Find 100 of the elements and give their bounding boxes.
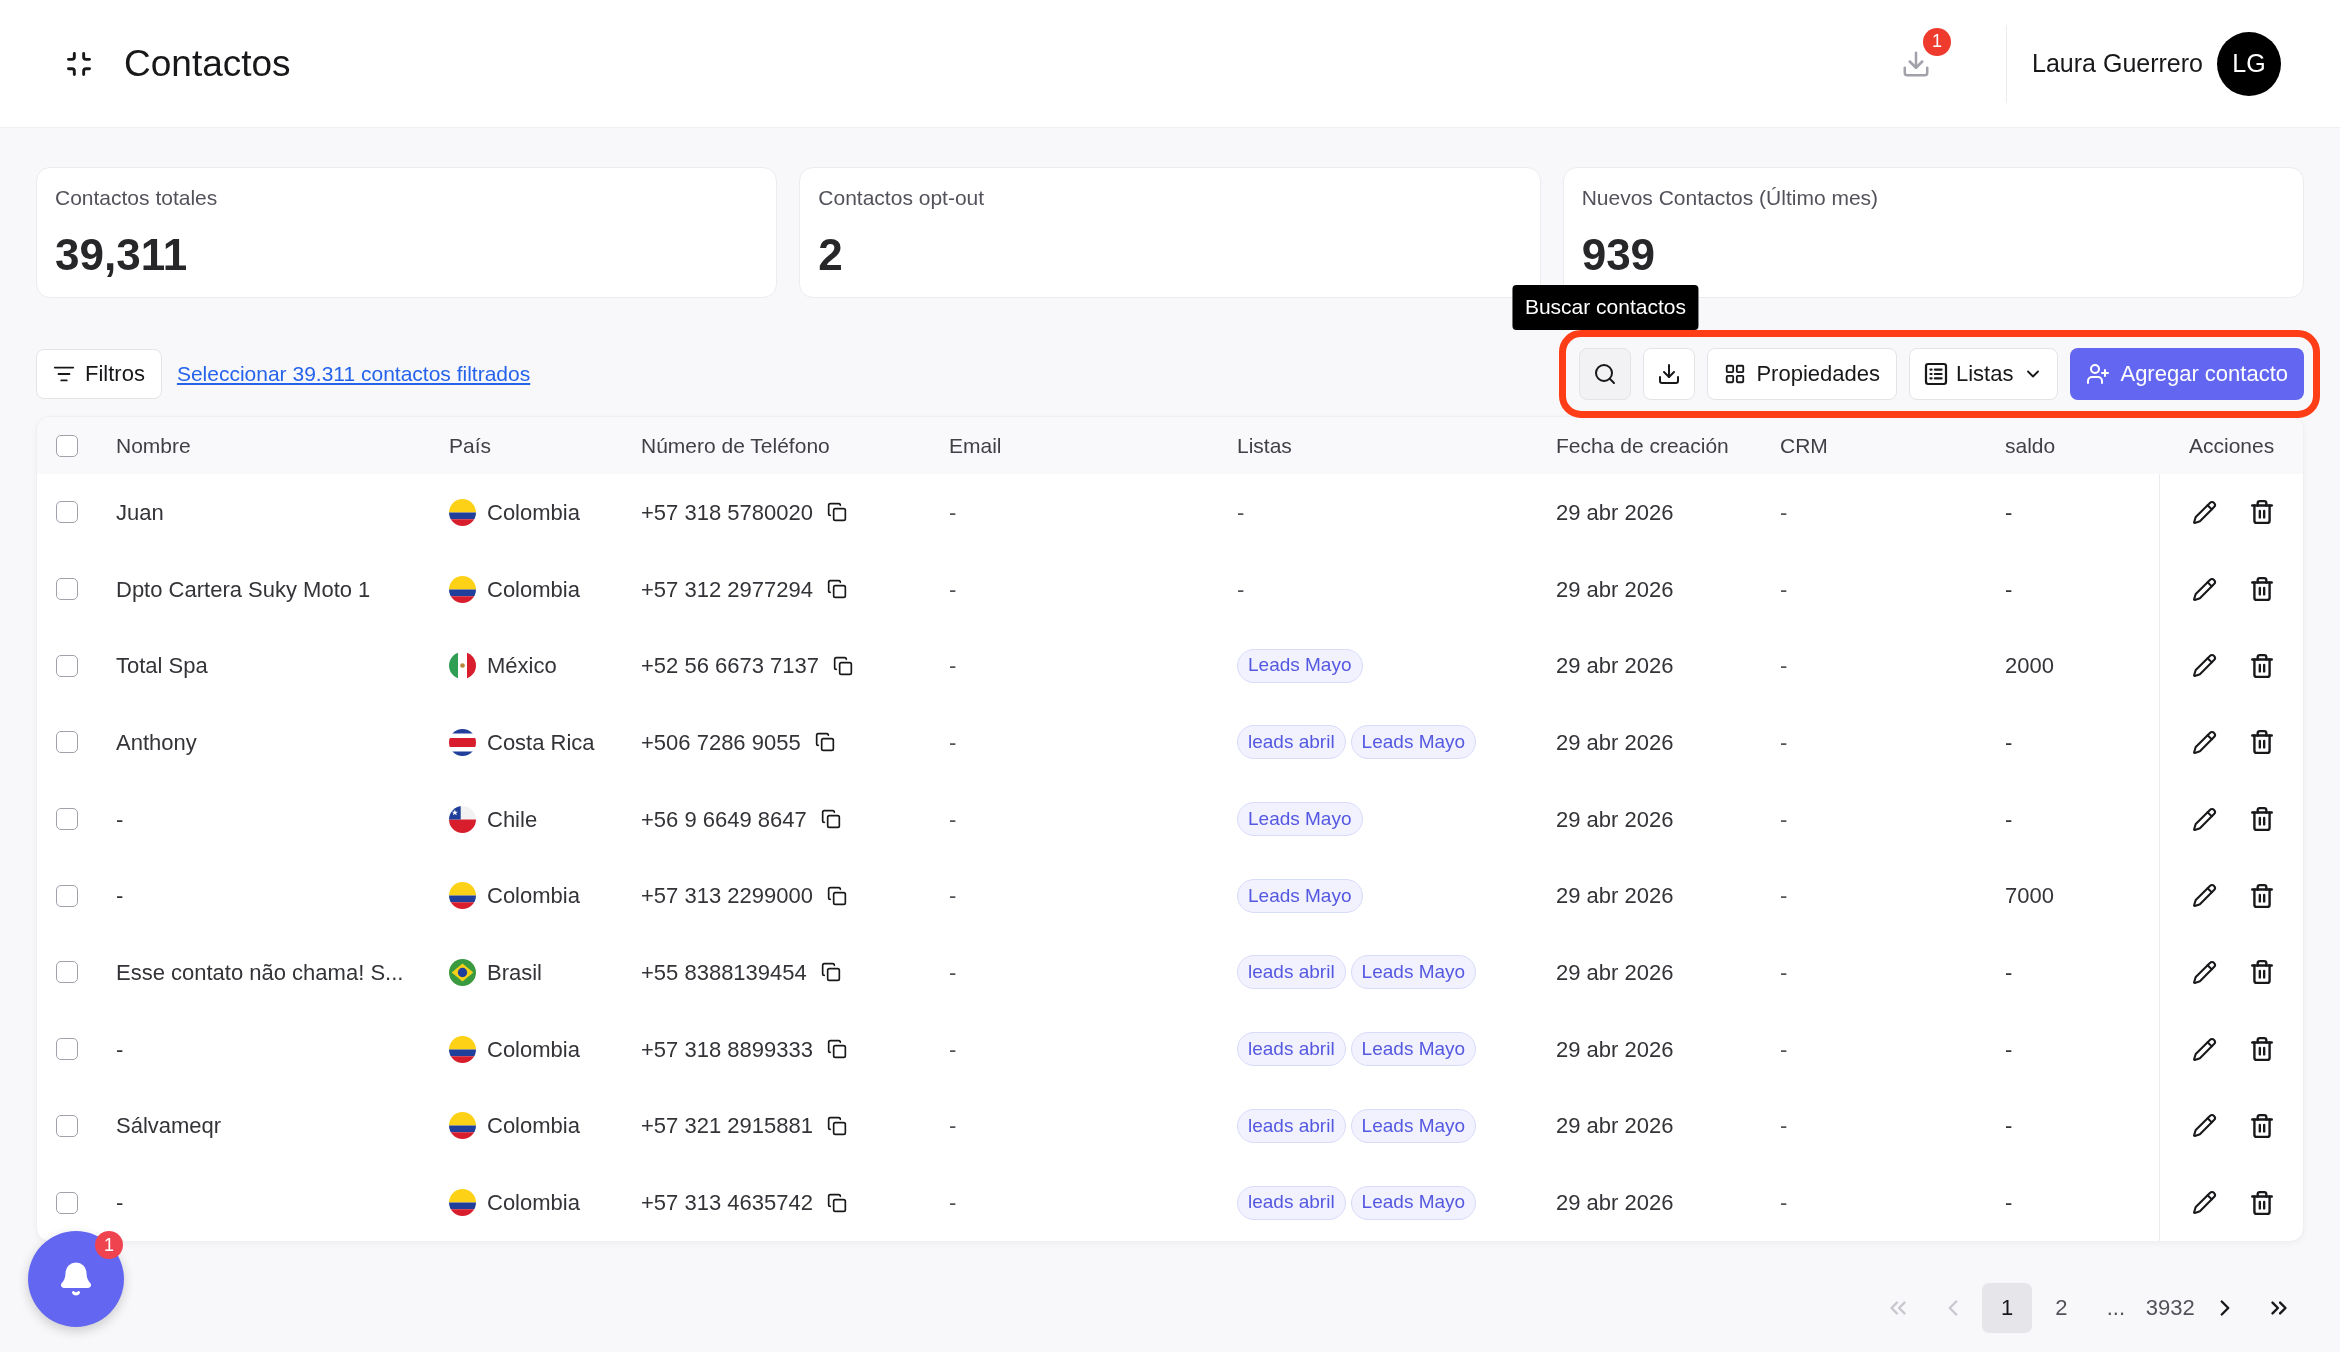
table-cell-text: +55 8388139454 (641, 958, 807, 987)
trash-icon[interactable] (2249, 729, 2275, 756)
table-cell: 29 abr 2026 (1556, 883, 1674, 909)
table-cell-text: Colombia (487, 498, 580, 527)
trash-icon[interactable] (2249, 1112, 2275, 1139)
copy-icon[interactable] (826, 579, 847, 600)
trash-icon[interactable] (2249, 576, 2275, 603)
minimize-icon[interactable] (65, 49, 93, 78)
download-icon (1657, 361, 1682, 386)
checkbox[interactable] (56, 961, 78, 984)
table-cell-text: +57 318 8899333 (641, 1035, 813, 1064)
pencil-icon[interactable] (2192, 883, 2217, 909)
add-contact-button[interactable]: Agregar contacto (2070, 347, 2304, 400)
table-cell: - (2005, 959, 2013, 985)
table-cell: - (949, 1113, 957, 1139)
download-button[interactable] (1643, 347, 1696, 400)
column-header: saldo (2005, 433, 2056, 457)
pencil-icon[interactable] (2192, 576, 2217, 602)
user-avatar[interactable]: LG (2217, 31, 2281, 96)
trash-icon[interactable] (2249, 806, 2275, 833)
table-cell-text: México (487, 652, 557, 681)
pencil-icon[interactable] (2192, 729, 2217, 755)
checkbox[interactable] (56, 731, 78, 754)
notification-badge: 1 (1923, 27, 1952, 56)
table-cell: - (1780, 499, 1788, 525)
trash-icon[interactable] (2249, 959, 2275, 986)
pencil-icon[interactable] (2192, 499, 2217, 525)
column-header: Email (949, 433, 1002, 457)
column-header: Nombre (116, 433, 191, 457)
copy-icon[interactable] (814, 732, 835, 753)
column-header: CRM (1780, 433, 1828, 457)
checkbox[interactable] (56, 1038, 78, 1061)
table-cell: - (1780, 806, 1788, 832)
trash-icon[interactable] (2249, 1036, 2275, 1063)
pencil-icon[interactable] (2192, 653, 2217, 679)
table-cell: Dpto Cartera Suky Moto 1 (116, 576, 371, 602)
copy-icon[interactable] (820, 962, 841, 983)
stat-label: Contactos opt-out (818, 186, 986, 210)
stat-value: 939 (1581, 233, 1657, 277)
pencil-icon[interactable] (2192, 1190, 2217, 1216)
table-cell-text: Colombia (487, 882, 580, 911)
table-cell-text: +56 9 6649 8647 (641, 805, 807, 834)
table-cell: - (1780, 883, 1788, 909)
page-button[interactable]: 2 (2036, 1282, 2087, 1333)
select-filtered-link[interactable]: Seleccionar 39.311 contactos filtrados (176, 357, 531, 390)
table-cell: - (949, 499, 957, 525)
table-cell: Esse contato não chama! S... (116, 959, 404, 985)
column-header: País (449, 433, 492, 457)
checkbox[interactable] (56, 654, 78, 677)
search-button[interactable] (1579, 347, 1632, 400)
table-cell: Total Spa (116, 653, 208, 679)
table-cell: 29 abr 2026 (1556, 806, 1674, 832)
user-name: Laura Guerrero (2032, 47, 2203, 79)
copy-icon[interactable] (826, 1039, 847, 1060)
pencil-icon[interactable] (2192, 959, 2217, 985)
trash-icon[interactable] (2249, 1189, 2275, 1216)
list-tag: Leads Mayo (1350, 1108, 1477, 1143)
pencil-icon[interactable] (2192, 1113, 2217, 1139)
list-tag: leads abril (1237, 1032, 1346, 1067)
list-icon (1925, 363, 1946, 384)
checkbox[interactable] (56, 1191, 78, 1214)
checkbox[interactable] (56, 884, 78, 907)
trash-icon[interactable] (2249, 652, 2275, 679)
table-cell: - (1780, 653, 1788, 679)
copy-icon[interactable] (820, 809, 841, 830)
checkbox[interactable] (56, 501, 78, 524)
copy-icon[interactable] (833, 655, 853, 676)
checkbox[interactable] (56, 808, 78, 831)
filter-button[interactable]: Filtros (36, 348, 162, 399)
pencil-icon[interactable] (2192, 806, 2217, 832)
table-cell: - (1780, 1190, 1788, 1216)
table-cell-text: Brasil (487, 958, 542, 987)
table-cell: - (2005, 1190, 2013, 1216)
properties-button[interactable]: Propiedades (1707, 347, 1897, 400)
table-cell: Anthony (116, 729, 197, 755)
list-tag: leads abril (1237, 1108, 1346, 1143)
checkbox[interactable] (56, 1114, 78, 1137)
page-button[interactable]: 3932 (2145, 1282, 2196, 1333)
table-cell: - (2005, 729, 2013, 755)
table-cell-text: +52 56 6673 7137 (641, 652, 819, 681)
copy-icon[interactable] (826, 1115, 847, 1136)
trash-icon[interactable] (2249, 882, 2275, 909)
copy-icon[interactable] (826, 1192, 847, 1213)
page-button[interactable]: 1 (1982, 1282, 2033, 1333)
copy-icon[interactable] (826, 885, 847, 906)
list-tag: Leads Mayo (1350, 1032, 1477, 1067)
notifications-button[interactable] (28, 1231, 124, 1327)
lists-dropdown[interactable]: Listas (1908, 347, 2059, 400)
copy-icon[interactable] (826, 502, 847, 523)
list-tag: Leads Mayo (1237, 878, 1363, 913)
checkbox[interactable] (56, 434, 78, 457)
table-cell-text: Colombia (487, 1189, 580, 1218)
table-cell: - (2005, 1113, 2013, 1139)
trash-icon[interactable] (2249, 499, 2275, 526)
table-cell-text: Chile (487, 805, 538, 834)
checkbox[interactable] (56, 578, 78, 601)
table-cell: - (2005, 576, 2013, 602)
table-cell: - (1780, 1036, 1788, 1062)
table-cell: 29 abr 2026 (1556, 959, 1674, 985)
pencil-icon[interactable] (2192, 1036, 2217, 1062)
